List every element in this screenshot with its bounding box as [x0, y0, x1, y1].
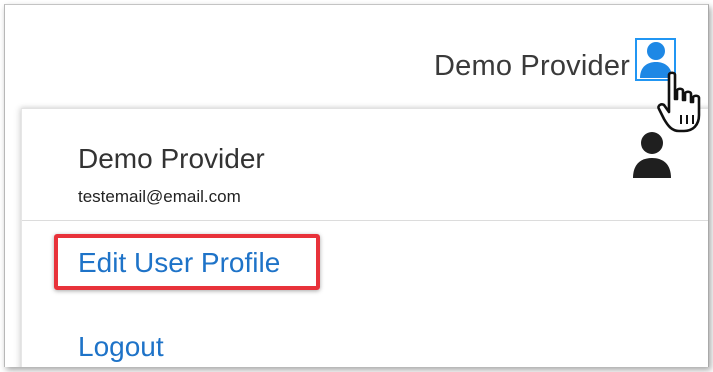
edit-user-profile-link[interactable]: Edit User Profile: [78, 247, 280, 279]
logout-link[interactable]: Logout: [78, 331, 164, 363]
app-window: Demo Provider Demo Provider testemail@em…: [4, 4, 709, 367]
menu-user-name: Demo Provider: [78, 143, 265, 174]
user-dropdown-menu: Demo Provider testemail@email.com Edit U…: [21, 108, 708, 367]
menu-user-email: testemail@email.com: [78, 187, 241, 206]
current-user-name[interactable]: Demo Provider: [434, 50, 630, 83]
menu-divider: [22, 220, 708, 221]
hand-pointer-icon: [657, 71, 707, 142]
top-navbar: Demo Provider: [5, 5, 708, 105]
